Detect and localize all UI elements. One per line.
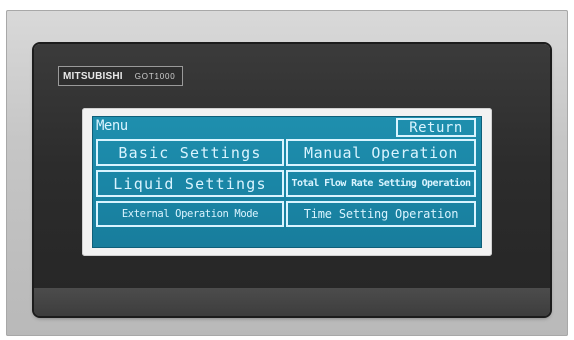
hmi-device: MITSUBISHI GOT1000 Menu Return Basic Set… — [0, 0, 574, 340]
external-operation-mode-button[interactable]: External Operation Mode — [96, 201, 284, 227]
basic-settings-button[interactable]: Basic Settings — [96, 139, 284, 166]
total-flow-rate-setting-operation-button[interactable]: Total Flow Rate Setting Operation — [286, 170, 476, 197]
touch-screen: Menu Return Basic Settings Manual Operat… — [92, 116, 482, 248]
panel-bottom-strip — [34, 288, 550, 316]
device-panel: MITSUBISHI GOT1000 Menu Return Basic Set… — [34, 44, 550, 316]
liquid-settings-button[interactable]: Liquid Settings — [96, 170, 284, 197]
brand-label: MITSUBISHI — [63, 70, 123, 82]
brand-plate: MITSUBISHI GOT1000 — [58, 66, 183, 86]
manual-operation-button[interactable]: Manual Operation — [286, 139, 476, 166]
return-button[interactable]: Return — [396, 118, 476, 137]
model-label: GOT1000 — [134, 71, 176, 81]
menu-title: Menu — [96, 118, 128, 134]
time-setting-operation-button[interactable]: Time Setting Operation — [286, 201, 476, 227]
lcd-frame: Menu Return Basic Settings Manual Operat… — [82, 108, 492, 256]
